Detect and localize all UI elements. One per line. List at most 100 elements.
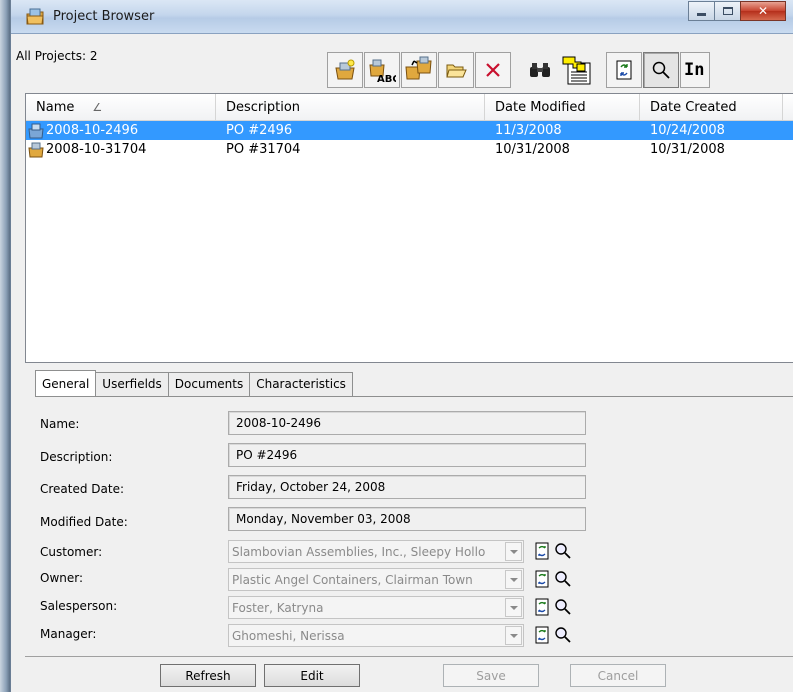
search-icon — [555, 571, 571, 587]
copy-project-icon — [405, 56, 432, 80]
refresh-icon — [535, 542, 549, 560]
tab-characteristics[interactable]: Characteristics — [249, 372, 353, 396]
salesperson-select[interactable]: Foster, Katryna — [228, 596, 524, 619]
new-project-icon — [335, 59, 355, 80]
svg-text:ABC: ABC — [377, 74, 396, 84]
refresh-icon — [535, 570, 549, 588]
customer-value: Slambovian Assemblies, Inc., Sleepy Holl… — [232, 545, 486, 559]
row-description: PO #31704 — [226, 142, 301, 157]
column-header-name-label: Name — [36, 100, 75, 115]
row-date-modified: 10/31/2008 — [495, 142, 570, 157]
owner-label: Owner: — [40, 571, 84, 585]
row-description: PO #2496 — [226, 123, 293, 138]
project-icon — [28, 123, 44, 138]
modified-date-label: Modified Date: — [40, 515, 128, 529]
owner-select[interactable]: Plastic Angel Containers, Clairman Town — [228, 568, 524, 591]
created-date-field[interactable]: Friday, October 24, 2008 — [228, 475, 586, 499]
chevron-down-icon[interactable] — [505, 570, 522, 589]
cancel-button[interactable]: Cancel — [570, 664, 666, 687]
project-list[interactable]: Name ∠ Description Date Modified Date Cre… — [25, 93, 793, 363]
name-field[interactable]: 2008-10-2496 — [228, 411, 586, 435]
action-bar: Refresh Edit Save Cancel — [25, 656, 793, 692]
owner-refresh-button[interactable] — [532, 568, 552, 590]
detail-tabs: General Userfields Documents Characteris… — [35, 370, 353, 396]
owner-value: Plastic Angel Containers, Clairman Town — [232, 573, 473, 587]
project-toolbar: ABC — [327, 52, 711, 88]
toolbar-row: All Projects: 2 ABC — [11, 35, 793, 93]
info-overflow-label: In — [684, 60, 705, 80]
minimize-button[interactable] — [688, 1, 715, 21]
search-icon — [555, 599, 571, 615]
description-label: Description: — [40, 450, 113, 464]
refresh-icon — [535, 598, 549, 616]
tab-documents[interactable]: Documents — [167, 372, 251, 396]
tab-general[interactable]: General — [35, 370, 97, 396]
window-title: Project Browser — [53, 9, 155, 24]
row-name-cell: 2008-10-2496 — [26, 123, 216, 139]
modified-date-field[interactable]: Monday, November 03, 2008 — [228, 507, 586, 531]
salesperson-search-button[interactable] — [553, 596, 573, 618]
refresh-view-button[interactable] — [606, 52, 642, 88]
project-folder-icon — [26, 8, 44, 25]
new-project-button[interactable] — [327, 52, 363, 88]
salesperson-label: Salesperson: — [40, 599, 118, 613]
table-row[interactable]: 2008-10-2496 PO #2496 11/3/2008 10/24/20… — [26, 121, 793, 140]
chevron-down-icon[interactable] — [505, 542, 522, 561]
copy-project-button[interactable] — [401, 52, 437, 88]
table-row[interactable]: 2008-10-31704 PO #31704 10/31/2008 10/31… — [26, 140, 793, 159]
column-header-date-created[interactable]: Date Created — [640, 94, 783, 121]
column-header-description-label: Description — [226, 100, 301, 115]
refresh-button[interactable]: Refresh — [160, 664, 256, 687]
close-icon: ✕ — [757, 4, 769, 18]
tab-userfields[interactable]: Userfields — [95, 372, 169, 396]
project-count-label: All Projects: 2 — [16, 49, 98, 63]
manager-search-button[interactable] — [553, 624, 573, 646]
search-icon — [555, 627, 571, 643]
column-header-name[interactable]: Name ∠ — [26, 94, 216, 121]
refresh-icon — [535, 626, 549, 644]
info-overflow-button[interactable]: In — [680, 52, 710, 88]
column-header-date-modified[interactable]: Date Modified — [485, 94, 640, 121]
search-icon — [555, 543, 571, 559]
caption-buttons: ✕ — [688, 1, 786, 21]
description-field[interactable]: PO #2496 — [228, 443, 586, 467]
maximize-icon — [722, 7, 733, 15]
open-project-button[interactable] — [438, 52, 474, 88]
find-project-button[interactable] — [522, 52, 558, 88]
customer-search-button[interactable] — [553, 540, 573, 562]
save-button[interactable]: Save — [443, 664, 539, 687]
customer-select[interactable]: Slambovian Assemblies, Inc., Sleepy Holl… — [228, 540, 524, 563]
name-label: Name: — [40, 417, 80, 431]
close-button[interactable]: ✕ — [740, 1, 786, 21]
list-header: Name ∠ Description Date Modified Date Cre… — [26, 94, 793, 121]
manager-select[interactable]: Ghomeshi, Nerissa — [228, 624, 524, 647]
owner-search-button[interactable] — [553, 568, 573, 590]
manager-refresh-button[interactable] — [532, 624, 552, 646]
rename-project-button[interactable]: ABC — [364, 52, 400, 88]
map-report-icon — [562, 56, 591, 85]
customer-label: Customer: — [40, 545, 103, 559]
chevron-down-icon[interactable] — [505, 626, 522, 645]
manager-label: Manager: — [40, 627, 97, 641]
salesperson-value: Foster, Katryna — [232, 601, 324, 615]
refresh-icon — [616, 60, 632, 80]
salesperson-refresh-button[interactable] — [532, 596, 552, 618]
manager-value: Ghomeshi, Nerissa — [232, 629, 345, 643]
map-report-button[interactable] — [559, 52, 595, 88]
row-date-modified: 11/3/2008 — [495, 123, 562, 138]
search-toggle-button[interactable] — [643, 52, 679, 88]
project-browser-window: Project Browser ✕ All Projects: 2 ABC — [10, 0, 793, 692]
maximize-button[interactable] — [714, 1, 741, 21]
title-bar[interactable]: Project Browser ✕ — [11, 0, 793, 34]
find-binoculars-icon — [530, 63, 550, 77]
column-header-description[interactable]: Description — [216, 94, 485, 121]
row-date-created: 10/31/2008 — [650, 142, 725, 157]
row-date-created: 10/24/2008 — [650, 123, 725, 138]
sort-ascending-icon: ∠ — [92, 101, 103, 114]
edit-button[interactable]: Edit — [264, 664, 360, 687]
customer-refresh-button[interactable] — [532, 540, 552, 562]
row-name: 2008-10-2496 — [46, 123, 139, 138]
minimize-icon — [697, 12, 706, 16]
delete-project-button[interactable] — [475, 52, 511, 88]
chevron-down-icon[interactable] — [505, 598, 522, 617]
